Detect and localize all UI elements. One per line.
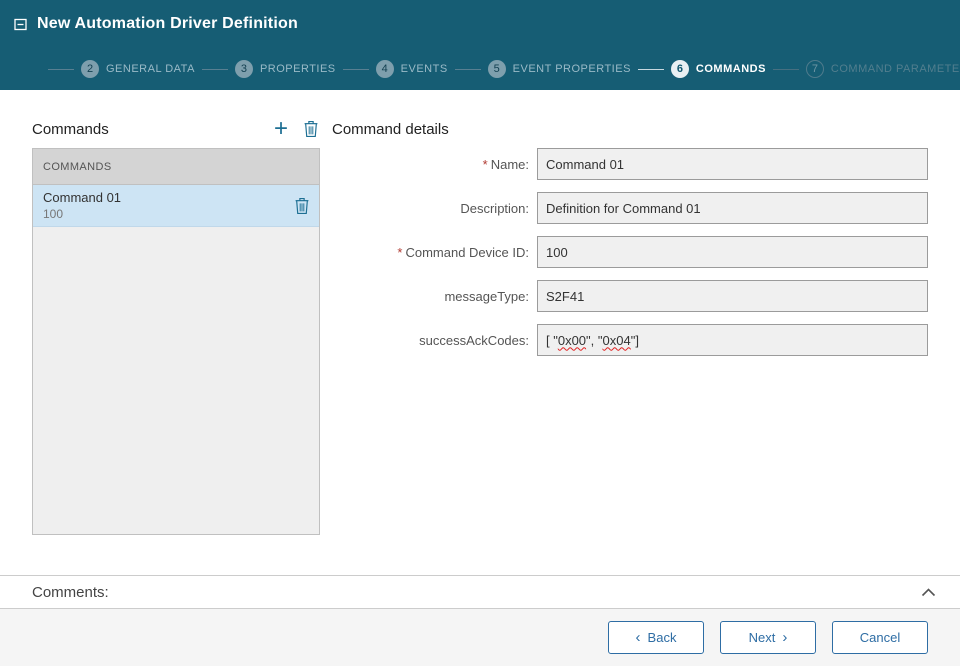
success-ack-codes-label: successAckCodes: <box>332 333 537 348</box>
next-button-label: Next <box>749 630 776 645</box>
command-device-id-field[interactable] <box>537 236 928 268</box>
required-asterisk: * <box>483 157 488 172</box>
delete-item-icon[interactable] <box>295 198 309 214</box>
main-content: Commands + COMMANDS <box>0 90 960 535</box>
step-commands[interactable]: 6 COMMANDS <box>638 60 773 78</box>
commands-panel-header: Commands + <box>32 118 320 140</box>
step-connector-line <box>455 69 481 70</box>
details-panel-title: Command details <box>332 121 449 138</box>
required-asterisk: * <box>397 245 402 260</box>
comments-section-bar: Comments: <box>0 575 960 609</box>
chevron-right-icon: › <box>782 630 787 645</box>
step-label: EVENT PROPERTIES <box>513 63 631 75</box>
step-number-badge: 5 <box>488 60 506 78</box>
message-type-label: messageType: <box>332 289 537 304</box>
command-list-item[interactable]: Command 01 100 <box>33 185 319 227</box>
name-field[interactable] <box>537 148 928 180</box>
success-ack-codes-field[interactable]: [ "0x00", "0x04"] <box>537 324 928 356</box>
name-label: *Name: <box>332 157 537 172</box>
step-command-parameters[interactable]: 7 COMMAND PARAMETERS <box>773 60 960 78</box>
step-connector-line <box>343 69 369 70</box>
step-number-badge: 7 <box>806 60 824 78</box>
add-command-icon[interactable]: + <box>274 119 288 139</box>
commands-list-header: COMMANDS <box>33 149 319 185</box>
back-button[interactable]: ‹ Back <box>608 621 704 654</box>
commands-toolbar: + <box>274 119 320 139</box>
message-type-field[interactable] <box>537 280 928 312</box>
step-label: GENERAL DATA <box>106 63 195 75</box>
command-details-panel: Command details *Name: Description: *Com… <box>332 118 928 535</box>
step-number-badge: 4 <box>376 60 394 78</box>
step-events[interactable]: 4 EVENTS <box>343 60 455 78</box>
step-label: COMMAND PARAMETERS <box>831 63 960 75</box>
step-connector-line <box>202 69 228 70</box>
form-row-success-ack-codes: successAckCodes: [ "0x00", "0x04"] <box>332 324 928 356</box>
delete-command-icon[interactable] <box>304 121 318 137</box>
description-field[interactable] <box>537 192 928 224</box>
cancel-button-label: Cancel <box>860 630 900 645</box>
commands-panel: Commands + COMMANDS <box>32 118 320 535</box>
step-label: EVENTS <box>401 63 448 75</box>
step-connector-line <box>638 69 664 70</box>
command-item-name: Command 01 <box>43 190 121 205</box>
form-row-description: Description: <box>332 192 928 224</box>
details-panel-header: Command details <box>332 118 928 140</box>
collapse-comments-button[interactable] <box>921 588 936 597</box>
form-row-message-type: messageType: <box>332 280 928 312</box>
next-button[interactable]: Next › <box>720 621 816 654</box>
command-device-id-label: *Command Device ID: <box>332 245 537 260</box>
cancel-button[interactable]: Cancel <box>832 621 928 654</box>
step-connector-line <box>48 69 74 70</box>
chevron-left-icon: ‹ <box>636 630 641 645</box>
step-connector-line <box>773 69 799 70</box>
step-number-badge: 6 <box>671 60 689 78</box>
step-general-data[interactable]: 2 GENERAL DATA <box>48 60 202 78</box>
command-details-form: *Name: Description: *Command Device ID: … <box>332 148 928 356</box>
wizard-footer: ‹ Back Next › Cancel <box>0 609 960 666</box>
command-item-text: Command 01 100 <box>43 190 121 221</box>
dialog-title: New Automation Driver Definition <box>37 15 298 33</box>
command-item-device-id: 100 <box>43 207 121 221</box>
commands-panel-title: Commands <box>32 121 109 138</box>
step-event-properties[interactable]: 5 EVENT PROPERTIES <box>455 60 638 78</box>
step-label: COMMANDS <box>696 63 766 75</box>
form-row-command-device-id: *Command Device ID: <box>332 236 928 268</box>
chevron-up-icon <box>921 588 936 597</box>
back-button-label: Back <box>648 630 677 645</box>
commands-list: COMMANDS Command 01 100 <box>32 148 320 535</box>
dialog-titlebar: New Automation Driver Definition <box>0 0 960 48</box>
step-properties[interactable]: 3 PROPERTIES <box>202 60 343 78</box>
collapse-window-icon <box>14 18 28 31</box>
form-row-name: *Name: <box>332 148 928 180</box>
misspelled-token: 0x00 <box>558 333 586 348</box>
misspelled-token: 0x04 <box>603 333 631 348</box>
new-automation-driver-dialog: New Automation Driver Definition 2 GENER… <box>0 0 960 666</box>
step-label: PROPERTIES <box>260 63 336 75</box>
description-label: Description: <box>332 201 537 216</box>
comments-label: Comments: <box>32 584 109 601</box>
step-number-badge: 3 <box>235 60 253 78</box>
step-number-badge: 2 <box>81 60 99 78</box>
wizard-stepper: 2 GENERAL DATA 3 PROPERTIES 4 EVENTS 5 E… <box>0 48 960 90</box>
